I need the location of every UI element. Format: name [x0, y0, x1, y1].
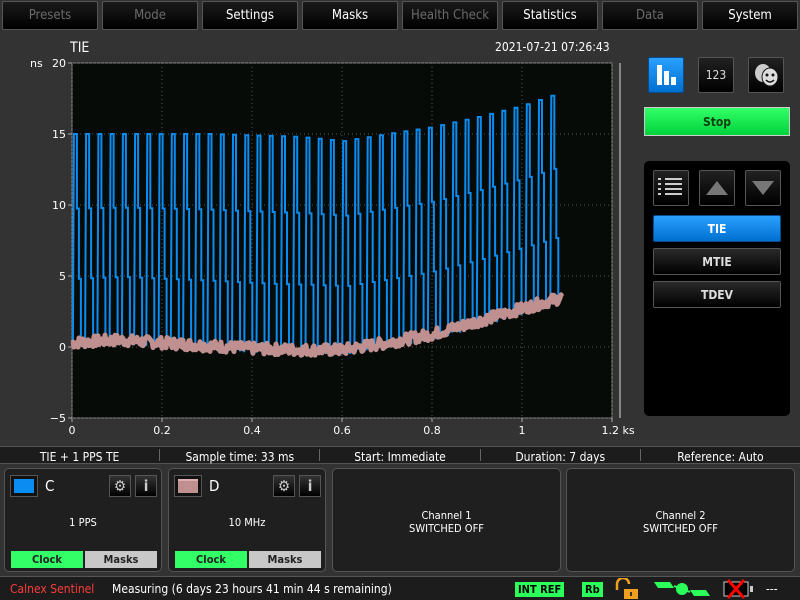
- y-tick-label: 5: [59, 270, 66, 283]
- gear-icon: ⚙: [113, 477, 127, 495]
- measurement-mtie[interactable]: MTIE: [653, 248, 781, 275]
- info-bar: TIE + 1 PPS TE Sample time: 33 ms Start:…: [0, 446, 800, 464]
- y-tick-label: 0: [59, 341, 66, 354]
- bar-chart-icon: [657, 65, 676, 85]
- list-button[interactable]: [653, 170, 689, 206]
- channel-c-name: C: [45, 477, 55, 495]
- gear-icon: ⚙: [277, 477, 291, 495]
- x-tick-label: 1.2 ks: [601, 424, 634, 437]
- masks-view-button[interactable]: [748, 57, 784, 93]
- x-tick-label: 0: [69, 424, 76, 437]
- tie-chart: 0 0.2 0.4 0.6 0.8 1 1.2 ks20151050−5ns: [30, 57, 635, 437]
- unlocked-icon: [615, 578, 638, 599]
- channel-2-card[interactable]: Channel 2 SWITCHED OFF: [566, 468, 795, 572]
- channel-1-name: Channel 1: [421, 509, 472, 522]
- info-icon: i: [307, 477, 313, 495]
- y-tick-label: 10: [52, 199, 66, 212]
- channel-c-card[interactable]: C ⚙ i 1 PPS Clock Masks: [4, 468, 162, 572]
- x-tick-label: 0.8: [423, 424, 441, 437]
- y-tick-label: 20: [52, 57, 66, 70]
- channel-d-clock-button[interactable]: Clock: [175, 551, 247, 568]
- scroll-down-button[interactable]: [745, 170, 781, 206]
- y-axis-unit: ns: [30, 57, 43, 70]
- channel-2-name: Channel 2: [655, 509, 706, 522]
- arrow-down-icon: [752, 181, 774, 195]
- x-tick-label: 1: [519, 424, 526, 437]
- measurement-tie[interactable]: TIE: [653, 215, 781, 242]
- channel-d-masks-button[interactable]: Masks: [249, 551, 321, 568]
- measuring-status: Measuring (6 days 23 hours 41 min 44 s r…: [112, 582, 392, 596]
- gnss-satellite-icon: [654, 582, 710, 596]
- y-tick-label: −5: [50, 412, 66, 425]
- numeric-label: 123: [705, 68, 727, 82]
- numeric-view-button[interactable]: 123: [698, 57, 734, 93]
- list-icon: [658, 178, 682, 195]
- x-tick-label: 0.2: [153, 424, 171, 437]
- y-tick-label: 15: [52, 128, 66, 141]
- start-mode: Start: Immediate: [320, 449, 481, 464]
- measurement-tdev[interactable]: TDEV: [653, 281, 781, 308]
- channel-c-info-button[interactable]: i: [135, 475, 157, 497]
- x-tick-label: 0.6: [333, 424, 351, 437]
- int-ref-badge: INT REF: [515, 582, 565, 597]
- channel-c-color: [10, 475, 38, 497]
- channel-2-state: SWITCHED OFF: [643, 522, 718, 535]
- brand-name: Calnex Sentinel: [10, 582, 95, 596]
- battery-level: ---: [766, 582, 778, 596]
- duration: Duration: 7 days: [481, 449, 641, 464]
- measurement-panel: TIE MTIE TDEV: [644, 161, 790, 416]
- x-tick-label: 0.4: [243, 424, 261, 437]
- channel-d-name: D: [209, 477, 220, 495]
- channel-d-card[interactable]: D ⚙ i 10 MHz Clock Masks: [168, 468, 326, 572]
- status-bar: Calnex Sentinel Measuring (6 days 23 hou…: [0, 576, 800, 600]
- channel-c-clock-button[interactable]: Clock: [11, 551, 83, 568]
- channel-1-card[interactable]: Channel 1 SWITCHED OFF: [332, 468, 561, 572]
- channel-d-color: [174, 475, 202, 497]
- channel-c-settings-button[interactable]: ⚙: [109, 475, 131, 497]
- channel-c-masks-button[interactable]: Masks: [85, 551, 157, 568]
- channel-1-state: SWITCHED OFF: [409, 522, 484, 535]
- channel-d-settings-button[interactable]: ⚙: [273, 475, 295, 497]
- channel-c-signal: 1 PPS: [69, 516, 97, 529]
- sample-time: Sample time: 33 ms: [160, 449, 321, 464]
- theater-masks-icon: [755, 64, 779, 87]
- scroll-up-button[interactable]: [699, 170, 735, 206]
- battery-missing-icon: [723, 579, 753, 599]
- stop-button[interactable]: Stop: [644, 107, 790, 136]
- channel-d-info-button[interactable]: i: [299, 475, 321, 497]
- rb-badge: Rb: [582, 582, 603, 597]
- channel-d-signal: 10 MHz: [228, 516, 266, 529]
- tab-system[interactable]: System: [702, 1, 798, 30]
- info-icon: i: [143, 477, 149, 495]
- arrow-up-icon: [706, 181, 728, 195]
- measurement-type: TIE + 1 PPS TE: [0, 449, 161, 464]
- reference: Reference: Auto: [677, 450, 764, 464]
- graph-view-button[interactable]: [648, 57, 684, 93]
